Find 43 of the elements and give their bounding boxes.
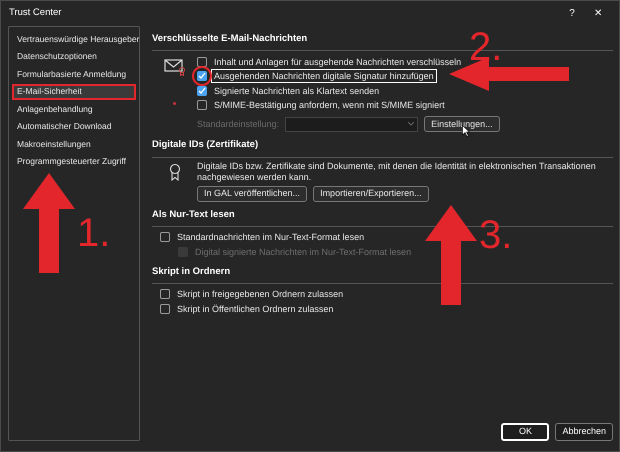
sidebar-item[interactable]: Datenschutzoptionen [12,48,136,65]
button[interactable]: In GAL veröffentlichen... [197,186,308,202]
ok-button[interactable]: OK [501,423,550,441]
checkbox[interactable] [197,100,207,110]
checkbox[interactable] [197,56,207,66]
settings-button[interactable]: Einstellungen... [424,116,500,132]
certificate-ribbon-icon [168,162,180,180]
help-button[interactable]: ? [559,6,585,21]
section-heading: Skript in Ordnern [152,264,230,279]
field-label: Standardeinstellung: [197,118,280,131]
description-text: Digitale IDs bzw. Zertifikate sind Dokumente, mit denen die Identität in elektronischen Transaktionen nachgewiesen werden kann. [197,160,597,182]
section-heading: Digitale IDs (Zertifikate) [152,138,258,152]
sidebar-item[interactable]: Automatischer Download [12,118,136,135]
checkbox-label: Ausgehenden Nachrichten digitale Signatur hinzufügen [212,70,436,82]
checkbox-label: Skript in Öffentlichen Ordnern zulassen [176,302,334,315]
checkbox[interactable] [160,232,170,242]
dropdown-field[interactable] [285,116,418,132]
window-title: Trust Center [9,6,62,20]
checkbox-label: Inhalt und Anlagen für ausgehende Nachrichten verschlüsseln [213,56,462,68]
annotation-number: 1. [77,213,110,253]
sidebar-item[interactable]: Formularbasierte Anmeldung [12,66,136,82]
sidebar-item[interactable]: Anlagenbehandlung [12,101,136,118]
checkbox[interactable] [197,71,207,81]
checkbox[interactable] [160,304,170,314]
button[interactable]: Importieren/Exportieren... [313,186,429,202]
annotation-number: 2. [469,27,502,67]
envelope-ribbon-icon [164,58,186,76]
checkbox-label: Signierte Nachrichten als Klartext senden [213,84,380,96]
checkbox[interactable] [160,289,170,300]
checkbox-label: S/MIME-Bestätigung anfordern, wenn mit S/MIME signiert [213,99,446,111]
chevron-down-icon [408,122,414,126]
section-heading: Als Nur-Text lesen [152,208,235,222]
cancel-button[interactable]: Abbrechen [555,423,613,441]
annotation-number: 3. [479,215,512,255]
checkbox[interactable] [197,86,207,96]
sidebar-item[interactable]: E-Mail-Sicherheit [12,84,136,100]
checkbox-label: Digital signierte Nachrichten im Nur-Text-Format lesen [194,246,412,258]
section-heading: Verschlüsselte E-Mail-Nachrichten [152,32,308,46]
checkbox-label: Standardnachrichten im Nur-Text-Format lesen [176,231,366,243]
checkbox-label: Skript in freigegebenen Ordnern zulassen [176,288,344,300]
sidebar-item[interactable]: Programmgesteuerter Zugriff [12,154,136,170]
sidebar-item[interactable]: Makroeinstellungen [12,136,136,152]
close-button[interactable]: ✕ [585,6,611,21]
